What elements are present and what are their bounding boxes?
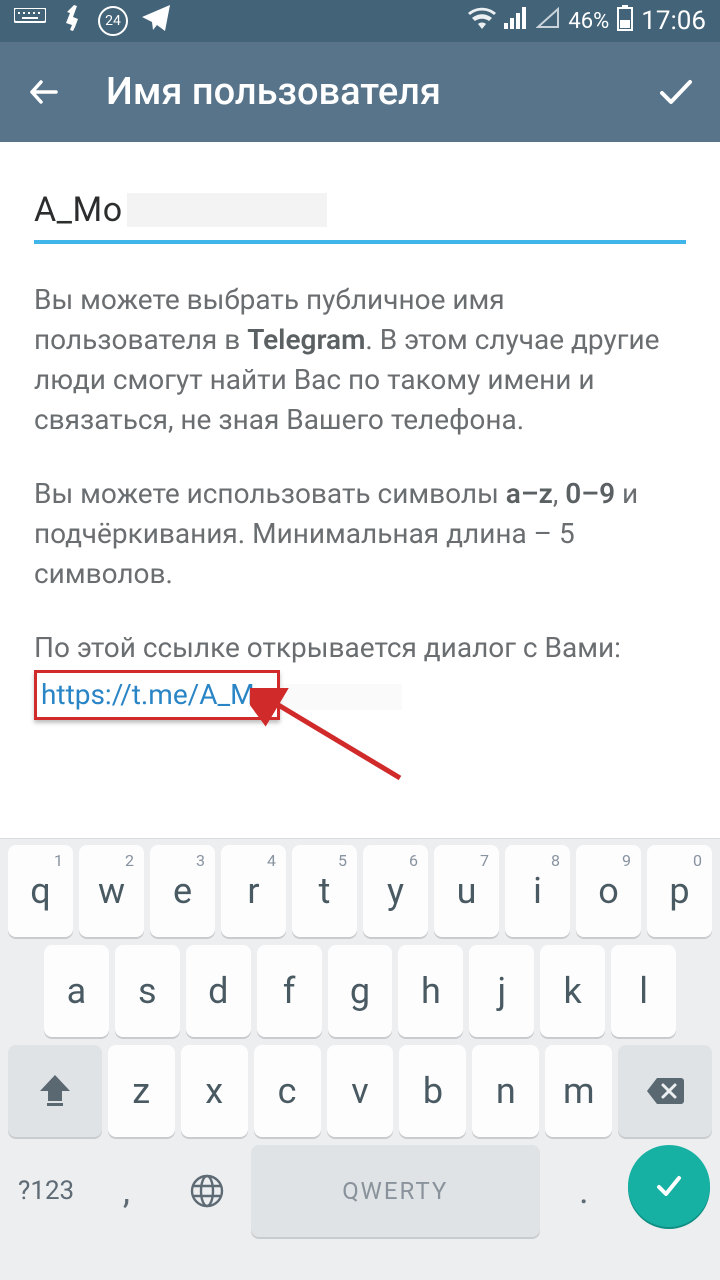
redacted-area [127,193,327,227]
key-x[interactable]: x [181,1045,248,1137]
key-space[interactable]: QWERTY [251,1145,540,1237]
key-n[interactable]: n [472,1045,539,1137]
battery-icon [617,5,633,37]
keyboard-input-icon [14,8,46,34]
key-h[interactable]: h [398,945,463,1037]
key-enter[interactable] [628,1145,710,1227]
key-b[interactable]: b [399,1045,466,1137]
key-z[interactable]: z [108,1045,175,1137]
key-o[interactable]: 9o [576,845,641,937]
share-link-highlight: https://t.me/A_Mo [34,670,280,720]
no-sim-icon [536,7,560,35]
key-period[interactable]: . [548,1145,620,1237]
notification-badge: 24 [98,6,128,36]
telegram-icon [142,5,170,37]
clock: 17:06 [641,6,706,36]
key-language[interactable] [171,1145,243,1237]
key-u[interactable]: 7u [434,845,499,937]
key-e[interactable]: 3e [150,845,215,937]
key-comma[interactable]: , [90,1145,162,1237]
key-a[interactable]: a [44,945,109,1037]
hint-1: Вы можете выбрать публичное имя пользова… [34,280,686,440]
wifi-icon [468,7,496,35]
key-r[interactable]: 4r [221,845,286,937]
key-p[interactable]: 0p [647,845,712,937]
back-button[interactable] [22,70,66,114]
key-shift[interactable] [8,1045,102,1137]
hint-3: По этой ссылке открывается диалог с Вами… [34,628,686,720]
app-bar: Имя пользователя [0,42,720,142]
key-s[interactable]: s [115,945,180,1037]
key-backspace[interactable] [618,1045,712,1137]
key-y[interactable]: 6y [363,845,428,937]
key-f[interactable]: f [257,945,322,1037]
key-w[interactable]: 2w [79,845,144,937]
key-m[interactable]: m [545,1045,612,1137]
status-bar: 24 46% 17:06 [0,0,720,42]
battery-pct: 46% [568,9,609,34]
username-value: A_Mo [34,190,123,230]
key-i[interactable]: 8i [505,845,570,937]
key-j[interactable]: j [469,945,534,1037]
key-symbols[interactable]: ?123 [10,1145,82,1237]
share-link[interactable]: https://t.me/A_Mo [41,678,271,711]
redacted-area-2 [282,684,402,710]
hint-2: Вы можете использовать символы a–z, 0–9 … [34,474,686,594]
confirm-button[interactable] [654,70,698,114]
soft-keyboard: 1q2w3e4r5t6y7u8i9o0p asdfghjkl zxcvbnm ?… [0,838,720,1280]
key-t[interactable]: 5t [292,845,357,937]
username-input[interactable]: A_Mo [34,190,686,244]
signal-icon [504,7,528,35]
content: A_Mo Вы можете выбрать публичное имя пол… [0,142,720,838]
key-k[interactable]: k [540,945,605,1037]
key-v[interactable]: v [327,1045,394,1137]
key-l[interactable]: l [611,945,676,1037]
key-q[interactable]: 1q [8,845,73,937]
page-title: Имя пользователя [106,70,654,114]
key-d[interactable]: d [186,945,251,1037]
key-g[interactable]: g [328,945,393,1037]
key-c[interactable]: c [254,1045,321,1137]
cleaner-icon [60,5,84,37]
